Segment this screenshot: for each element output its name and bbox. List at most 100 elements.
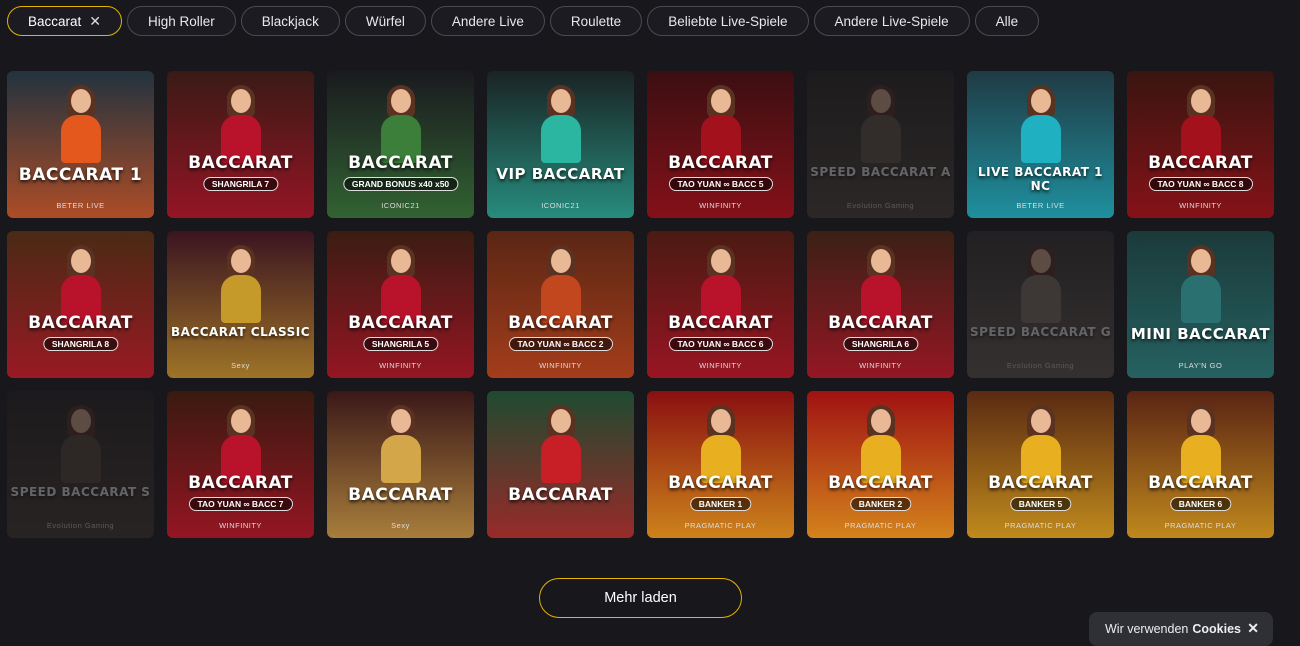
dealer-figure	[380, 245, 421, 323]
provider-logo: PRAGMATIC PLAY	[1004, 521, 1077, 530]
dealer-figure	[60, 85, 101, 163]
game-tile[interactable]: BACCARAT SHANGRILA 6 WINFINITY	[807, 231, 954, 378]
dealer-figure	[1180, 245, 1221, 323]
game-subtitle: SHANGRILA 6	[842, 337, 919, 351]
provider-logo: PRAGMATIC PLAY	[844, 521, 917, 530]
dealer-figure	[700, 405, 741, 483]
game-title: SPEED BACCARAT G	[969, 325, 1112, 339]
game-tile[interactable]: SPEED BACCARAT A Evolution Gaming	[807, 71, 954, 218]
game-subtitle: SHANGRILA 7	[202, 177, 279, 191]
game-title: BACCARAT	[988, 473, 1093, 493]
filter-chip-blackjack[interactable]: Blackjack	[240, 6, 340, 36]
filter-chip-andere-live-spiele[interactable]: Andere Live-Spiele	[813, 6, 970, 36]
game-grid: BACCARAT 1 BETER LIVE BACCARAT SHANGRILA 7B…	[7, 71, 1274, 538]
game-tile[interactable]: BACCARAT BANKER 6 PRAGMATIC PLAY	[1127, 391, 1274, 538]
game-tile[interactable]: BACCARAT TAO YUAN ∞ BACC 7 WINFINITY	[167, 391, 314, 538]
provider-logo: PRAGMATIC PLAY	[1164, 521, 1237, 530]
game-tile[interactable]: VIP BACCARAT ICONIC21	[487, 71, 634, 218]
filter-label: Blackjack	[261, 13, 319, 29]
dealer-figure	[60, 405, 101, 483]
game-tile[interactable]: BACCARAT BANKER 5 PRAGMATIC PLAY	[967, 391, 1114, 538]
dealer-figure	[700, 245, 741, 323]
dealer-figure	[1020, 245, 1061, 323]
game-tile[interactable]: BACCARAT CLASSIC Sexy	[167, 231, 314, 378]
game-tile[interactable]: SPEED BACCARAT S Evolution Gaming	[7, 391, 154, 538]
provider-logo: Sexy	[391, 521, 410, 530]
dealer-figure	[540, 405, 581, 483]
game-tile[interactable]: BACCARAT SHANGRILA 5 WINFINITY	[327, 231, 474, 378]
filter-label: Andere Live-Spiele	[834, 13, 949, 29]
game-tile[interactable]: BACCARAT TAO YUAN ∞ BACC 2 WINFINITY	[487, 231, 634, 378]
filter-chip-baccarat[interactable]: Baccarat ✕	[7, 6, 123, 36]
dealer-figure	[700, 85, 741, 163]
provider-logo: WINFINITY	[219, 521, 262, 530]
game-tile[interactable]: BACCARAT BANKER 1 PRAGMATIC PLAY	[647, 391, 794, 538]
filter-chip-high-roller[interactable]: High Roller	[127, 6, 236, 36]
game-subtitle: BANKER 5	[1009, 497, 1072, 511]
game-title: BACCARAT	[188, 473, 293, 493]
game-title: BACCARAT	[668, 153, 773, 173]
provider-logo: PRAGMATIC PLAY	[684, 521, 757, 530]
filter-label: Andere Live	[451, 13, 524, 29]
filter-label: Beliebte Live-Spiele	[668, 13, 788, 29]
game-subtitle: TAO YUAN ∞ BACC 7	[188, 497, 293, 511]
game-subtitle: TAO YUAN ∞ BACC 5	[668, 177, 773, 191]
provider-logo: BETER LIVE	[1016, 201, 1065, 210]
filter-chip-w-rfel[interactable]: Würfel	[344, 6, 426, 36]
game-title: BACCARAT	[28, 313, 133, 333]
game-tile[interactable]: BACCARAT SHANGRILA 8	[7, 231, 154, 378]
game-tile[interactable]: BACCARAT SHANGRILA 7	[167, 71, 314, 218]
provider-logo: WINFINITY	[539, 361, 582, 370]
cookie-banner: Wir verwenden Cookies ✕	[1089, 612, 1273, 646]
game-tile[interactable]: BACCARAT GRAND BONUS x40 x50 ICONIC21	[327, 71, 474, 218]
provider-logo: WINFINITY	[699, 201, 742, 210]
game-subtitle: TAO YUAN ∞ BACC 6	[668, 337, 773, 351]
game-subtitle: TAO YUAN ∞ BACC 8	[1148, 177, 1253, 191]
game-subtitle: GRAND BONUS x40 x50	[342, 177, 459, 191]
game-tile[interactable]: BACCARAT	[487, 391, 634, 538]
game-tile[interactable]: BACCARAT TAO YUAN ∞ BACC 6 WINFINITY	[647, 231, 794, 378]
game-tile[interactable]: SPEED BACCARAT G Evolution Gaming	[967, 231, 1114, 378]
cookie-bold: Cookies	[1192, 622, 1242, 636]
dealer-figure	[220, 85, 261, 163]
provider-logo: PLAY'N GO	[1178, 361, 1223, 370]
cookie-text: Wir verwenden	[1105, 622, 1189, 636]
game-subtitle: BANKER 1	[689, 497, 752, 511]
filter-chip-roulette[interactable]: Roulette	[549, 6, 643, 36]
provider-logo: WINFINITY	[699, 361, 742, 370]
game-tile[interactable]: BACCARAT TAO YUAN ∞ BACC 5 WINFINITY	[647, 71, 794, 218]
close-icon[interactable]: ✕	[1247, 620, 1259, 637]
filter-label: Würfel	[365, 13, 405, 29]
dealer-figure	[220, 405, 261, 483]
filter-chip-andere-live[interactable]: Andere Live	[430, 6, 545, 36]
dealer-figure	[220, 245, 261, 323]
game-title: BACCARAT	[348, 153, 453, 173]
provider-logo: WINFINITY	[379, 361, 422, 370]
game-subtitle: BANKER 2	[849, 497, 912, 511]
provider-logo: Evolution Gaming	[846, 201, 915, 210]
provider-logo: BETER LIVE	[56, 201, 105, 210]
dealer-figure	[380, 405, 421, 483]
game-title: BACCARAT	[828, 473, 933, 493]
game-title: BACCARAT 1	[18, 165, 143, 185]
remove-filter-icon[interactable]: ✕	[89, 13, 101, 30]
game-tile[interactable]: MINI BACCARAT PLAY'N GO	[1127, 231, 1274, 378]
dealer-figure	[60, 245, 101, 323]
provider-logo: WINFINITY	[1179, 201, 1222, 210]
dealer-figure	[860, 245, 901, 323]
provider-logo: WINFINITY	[859, 361, 902, 370]
provider-logo: Evolution Gaming	[1006, 361, 1075, 370]
game-tile[interactable]: BACCARAT TAO YUAN ∞ BACC 8 WINFINITY	[1127, 71, 1274, 218]
game-tile[interactable]: BACCARAT BANKER 2 PRAGMATIC PLAY	[807, 391, 954, 538]
filter-bar: Baccarat ✕ High Roller Blackjack Würfel Ander…	[7, 6, 1040, 36]
game-tile[interactable]: BACCARAT Sexy	[327, 391, 474, 538]
dealer-figure	[380, 85, 421, 163]
game-title: BACCARAT	[188, 153, 293, 173]
game-tile[interactable]: LIVE BACCARAT 1 NC BETER LIVE	[967, 71, 1114, 218]
load-more-button[interactable]: Mehr laden	[539, 578, 742, 618]
game-tile[interactable]: BACCARAT 1 BETER LIVE	[7, 71, 154, 218]
game-title: BACCARAT	[828, 313, 933, 333]
filter-chip-beliebte-live-spiele[interactable]: Beliebte Live-Spiele	[647, 6, 809, 36]
filter-chip-alle[interactable]: Alle	[974, 6, 1040, 36]
dealer-figure	[860, 85, 901, 163]
